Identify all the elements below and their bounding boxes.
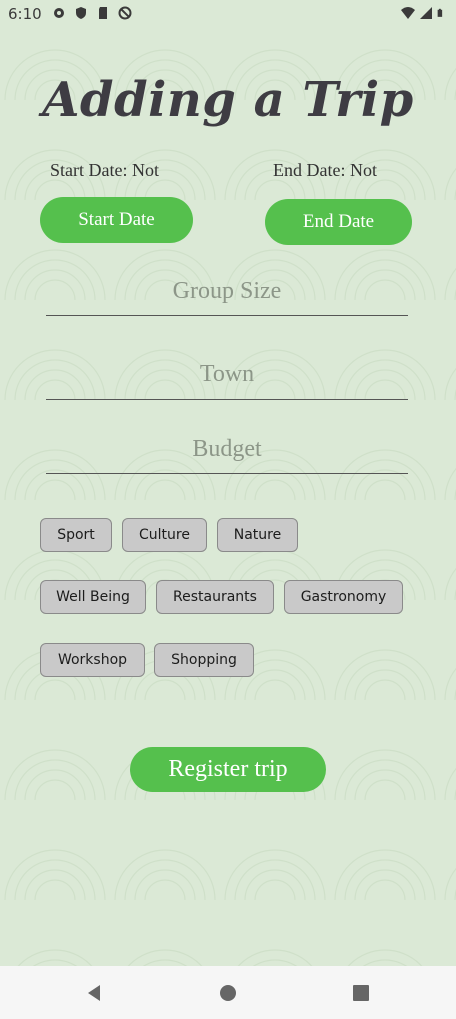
town-field[interactable]: Town [46,361,408,400]
chip-workshop[interactable]: Workshop [40,643,145,677]
background-pattern [0,0,456,966]
budget-field[interactable]: Budget [46,436,408,474]
group-size-field[interactable]: Group Size [46,278,408,316]
signal-icon [420,7,432,19]
shield-icon [76,7,86,19]
status-bar: 6:10 [0,0,456,28]
sd-card-icon [99,7,107,19]
home-icon[interactable] [217,982,239,1004]
start-date-button[interactable]: Start Date [40,197,193,243]
chip-sport[interactable]: Sport [40,518,112,552]
chip-restaurants[interactable]: Restaurants [156,580,274,614]
chip-well-being[interactable]: Well Being [40,580,146,614]
start-date-label: Start Date: Not [50,160,159,180]
chip-shopping[interactable]: Shopping [154,643,254,677]
page-title: Adding a Trip [42,72,414,128]
wifi-icon [401,7,415,19]
navigation-bar [0,966,456,1019]
back-icon[interactable] [84,982,106,1004]
battery-icon [437,8,443,17]
register-trip-button[interactable]: Register trip [130,747,326,792]
end-date-button[interactable]: End Date [265,199,412,245]
recents-icon[interactable] [350,982,372,1004]
settings-icon [54,8,64,18]
chip-nature[interactable]: Nature [217,518,298,552]
chip-gastronomy[interactable]: Gastronomy [284,580,403,614]
do-not-disturb-icon [118,6,132,20]
chip-culture[interactable]: Culture [122,518,207,552]
end-date-label: End Date: Not [273,160,377,180]
status-time: 6:10 [8,5,42,23]
